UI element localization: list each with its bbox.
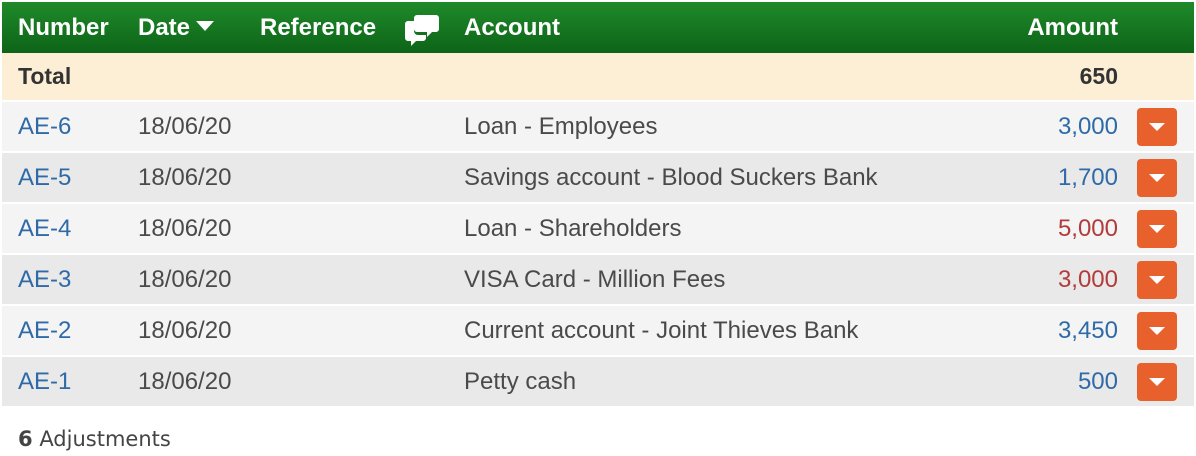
chevron-down-icon [1149, 174, 1165, 182]
row-menu-button[interactable] [1137, 159, 1177, 197]
table-row[interactable]: AE-3 18/06/20 VISA Card - Million Fees 3,00… [2, 255, 1194, 306]
entry-account: Loan - Shareholders [464, 215, 682, 242]
sort-desc-icon [196, 21, 215, 31]
row-menu-button[interactable] [1137, 108, 1177, 146]
column-account[interactable]: Account [464, 2, 560, 53]
entry-amount: 3,450 [1057, 317, 1118, 344]
entry-account: Current account - Joint Thieves Bank [464, 317, 859, 344]
adjustments-table: Number Date Reference Account Amount Tot… [2, 2, 1194, 408]
column-number[interactable]: Number [18, 2, 109, 53]
total-label: Total [18, 63, 72, 89]
chevron-down-icon [1149, 276, 1165, 284]
entry-account: Petty cash [464, 368, 577, 395]
column-date-label: Date [138, 14, 191, 41]
chevron-down-icon [1149, 123, 1165, 131]
entry-date: 18/06/20 [138, 317, 232, 344]
table-body: AE-6 18/06/20 Loan - Employees 3,000 AE-5 18/… [2, 102, 1194, 408]
column-amount[interactable]: Amount [1027, 2, 1118, 53]
comments-icon [404, 2, 442, 53]
table-row[interactable]: AE-2 18/06/20 Current account - Joint Thie… [2, 306, 1194, 357]
row-menu-button[interactable] [1137, 312, 1177, 350]
entry-number-link[interactable]: AE-1 [18, 357, 71, 406]
adjustments-count: 6 [18, 427, 33, 451]
column-date[interactable]: Date [138, 2, 215, 53]
chevron-down-icon [1149, 225, 1165, 233]
row-menu-button[interactable] [1137, 210, 1177, 248]
entry-number-link[interactable]: AE-5 [18, 153, 71, 202]
entry-number-link[interactable]: AE-6 [18, 102, 71, 151]
chevron-down-icon [1149, 327, 1165, 335]
entry-amount: 500 [1077, 368, 1118, 395]
adjustments-label: Adjustments [39, 427, 171, 451]
entry-date: 18/06/20 [138, 215, 232, 242]
entry-account: Loan - Employees [464, 113, 658, 140]
entry-number-link[interactable]: AE-3 [18, 255, 71, 304]
table-row[interactable]: AE-6 18/06/20 Loan - Employees 3,000 [2, 102, 1194, 153]
entry-date: 18/06/20 [138, 164, 232, 191]
row-menu-button[interactable] [1137, 261, 1177, 299]
table-row[interactable]: AE-4 18/06/20 Loan - Shareholders 5,000 [2, 204, 1194, 255]
entry-date: 18/06/20 [138, 113, 232, 140]
row-menu-button[interactable] [1137, 363, 1177, 401]
entry-account: VISA Card - Million Fees [464, 266, 726, 293]
column-reference[interactable]: Reference [260, 2, 376, 53]
entry-date: 18/06/20 [138, 266, 232, 293]
entry-date: 18/06/20 [138, 368, 232, 395]
chevron-down-icon [1149, 378, 1165, 386]
entry-amount: 5,000 [1057, 215, 1118, 242]
entry-account: Savings account - Blood Suckers Bank [464, 164, 878, 191]
entry-amount: 3,000 [1057, 113, 1118, 140]
entry-amount: 1,700 [1057, 164, 1118, 191]
table-row[interactable]: AE-1 18/06/20 Petty cash 500 [2, 357, 1194, 408]
entry-number-link[interactable]: AE-2 [18, 306, 71, 355]
total-amount: 650 [1079, 63, 1118, 89]
table-header: Number Date Reference Account Amount [2, 2, 1194, 53]
entry-amount: 3,000 [1057, 266, 1118, 293]
table-row[interactable]: AE-5 18/06/20 Savings account - Blood Suck… [2, 153, 1194, 204]
entry-number-link[interactable]: AE-4 [18, 204, 71, 253]
total-row: Total 650 [2, 53, 1194, 102]
record-count: 6 Adjustments [18, 427, 171, 451]
